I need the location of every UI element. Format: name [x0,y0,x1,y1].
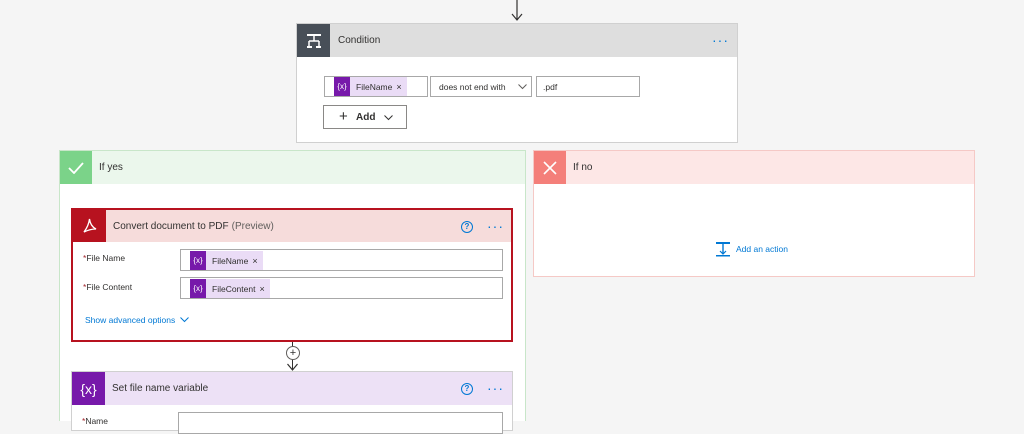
add-label: Add [356,112,376,123]
token-filename[interactable]: {x} FileName × [190,251,263,270]
chevron-down-icon [180,317,190,323]
check-icon [60,151,92,184]
field-label-name: *Name [82,416,108,426]
variable-name-select[interactable] [178,412,503,434]
branch-yes-title: If yes [99,162,123,173]
variable-icon: {x} [72,372,105,405]
show-advanced-options-link[interactable]: Show advanced options [85,315,190,325]
file-content-input[interactable]: {x} FileContent × [180,277,503,299]
condition-left-operand[interactable]: {x} FileName × [324,76,428,97]
variable-icon: {x} [190,279,206,298]
set-variable-card[interactable]: {x} Set file name variable ? ··· *Name [71,371,513,434]
variable-icon: {x} [190,251,206,270]
token-filecontent[interactable]: {x} FileContent × [190,279,270,298]
token-filename[interactable]: {x} FileName × [334,77,407,96]
variable-icon: {x} [334,77,350,96]
convert-pdf-header[interactable]: Convert document to PDF (Preview) [73,210,511,242]
branch-no-header[interactable]: If no [534,151,974,184]
condition-title: Condition [338,35,381,46]
plus-icon: + [289,347,297,359]
field-label-file-name: *File Name [83,253,126,263]
chevron-down-icon [518,84,527,90]
preview-tag: (Preview) [231,220,274,232]
connector: + [285,342,301,372]
add-row-button[interactable]: + Add [323,105,407,129]
branch-no-title: If no [573,162,593,173]
pdf-icon [73,210,106,242]
condition-operator-select[interactable]: does not end with [430,76,532,97]
convert-more-icon[interactable]: ··· [487,219,504,233]
x-icon [534,151,566,184]
condition-right-value[interactable]: .pdf [536,76,640,97]
set-variable-title: Set file name variable [112,383,209,394]
condition-card[interactable]: Condition ··· {x} FileName × does not en… [296,23,738,143]
chevron-down-icon [384,115,393,121]
help-icon[interactable]: ? [461,383,473,395]
plus-icon: + [339,108,348,125]
set-variable-more-icon[interactable]: ··· [487,381,504,395]
token-label: FileName [212,255,249,266]
condition-value-text: .pdf [543,82,558,92]
set-variable-header[interactable]: {x} Set file name variable [72,372,512,405]
show-advanced-label: Show advanced options [85,315,176,325]
condition-operator-value: does not end with [439,82,506,92]
arrow-down-icon [287,363,298,371]
add-action-label: Add an action [736,244,788,254]
branch-yes-header[interactable]: If yes [60,151,525,184]
flow-arrow-top [511,0,523,21]
token-label: FileContent [212,283,256,294]
branch-no: If no Add an action [533,150,975,277]
condition-icon [297,24,330,57]
condition-header[interactable]: Condition [297,24,737,57]
help-icon[interactable]: ? [461,221,473,233]
close-icon[interactable]: × [259,284,269,294]
add-action-link[interactable]: Add an action [715,241,788,257]
field-label-file-content: *File Content [83,282,133,292]
insert-step-button[interactable]: + [286,346,300,360]
condition-more-icon[interactable]: ··· [712,33,729,47]
convert-pdf-card[interactable]: Convert document to PDF (Preview) ? ··· … [71,208,513,342]
convert-pdf-title: Convert document to PDF [113,220,229,232]
close-icon[interactable]: × [396,82,406,92]
file-name-input[interactable]: {x} FileName × [180,249,503,271]
close-icon[interactable]: × [252,256,262,266]
token-label: FileName [356,81,393,92]
add-action-icon [716,242,730,257]
